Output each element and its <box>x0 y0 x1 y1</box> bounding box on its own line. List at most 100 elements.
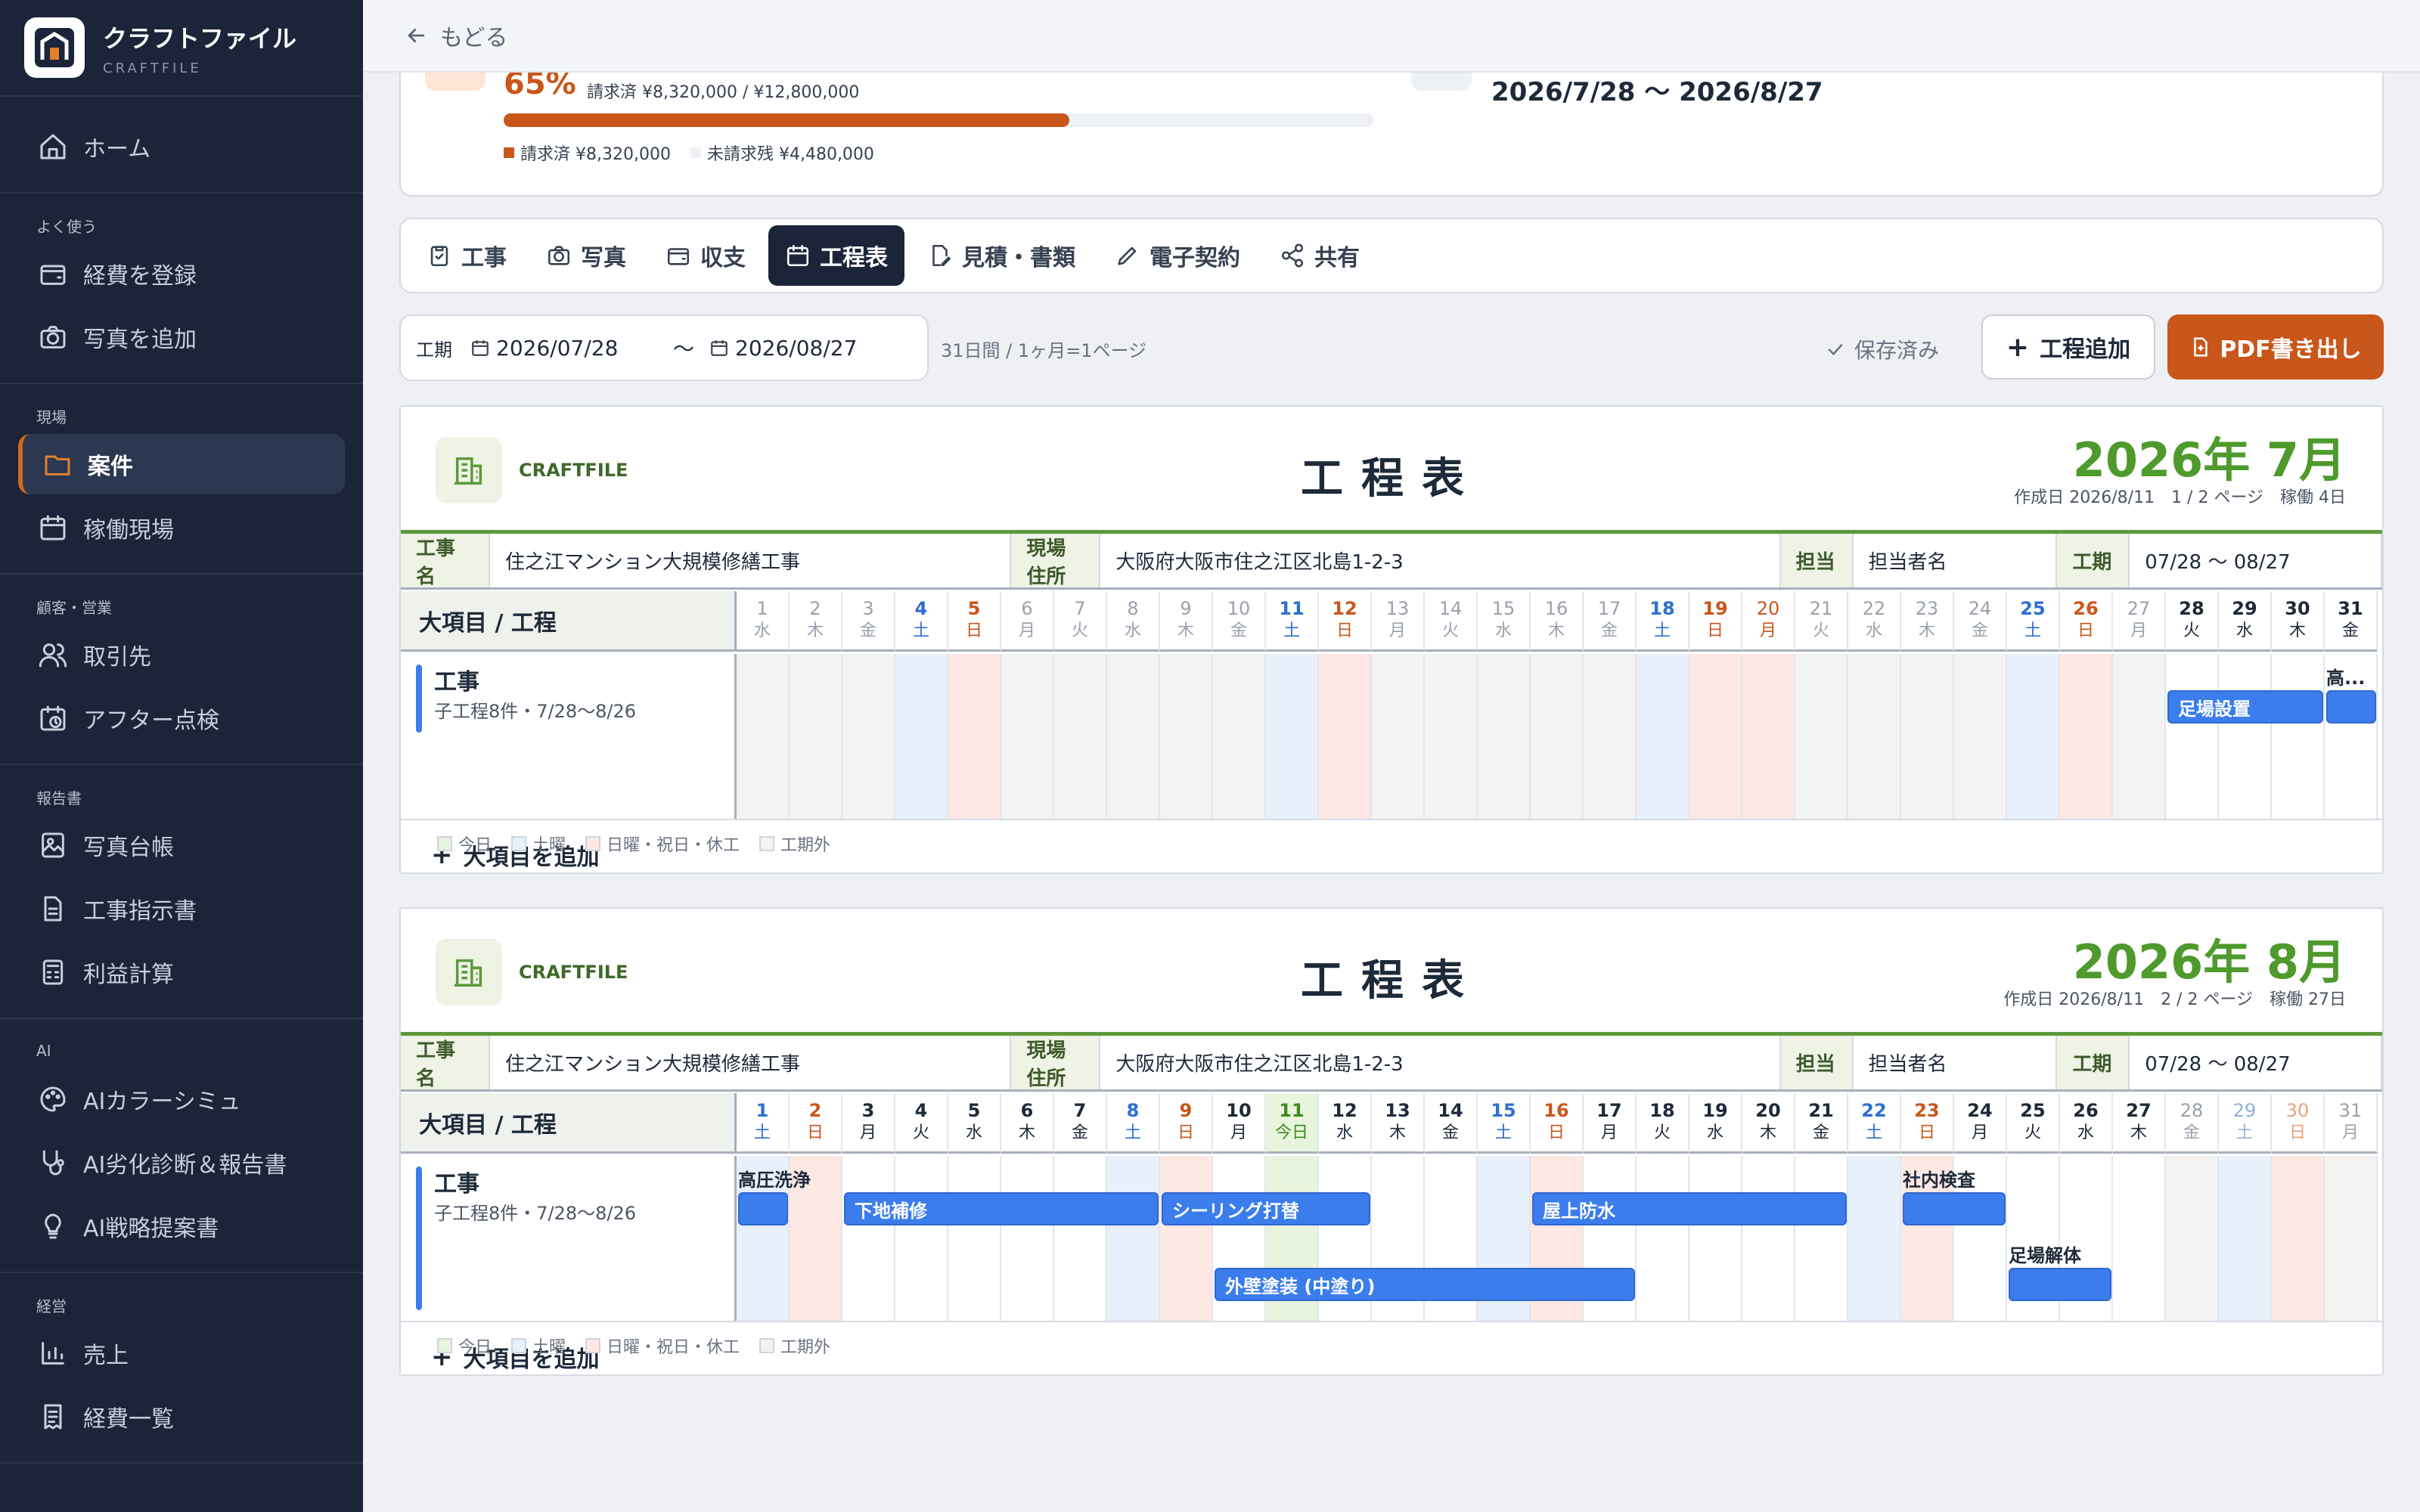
group-sub: 子工程8件・7/28〜8/26 <box>434 1203 637 1224</box>
day-column <box>1425 654 1478 819</box>
back-button[interactable]: もどる <box>404 19 507 52</box>
day-number: 25 <box>2020 598 2046 619</box>
brand-name: クラフトファイル <box>103 23 297 53</box>
task-bar[interactable]: 外壁塗装 (中塗り) <box>1215 1268 1635 1301</box>
sidebar-item[interactable]: 写真台帳 <box>18 815 345 875</box>
tab[interactable]: 収支 <box>649 225 762 286</box>
sidebar-item[interactable]: アフター点検 <box>18 688 345 748</box>
legend-label: 土曜 <box>532 1338 566 1357</box>
day-weekday: 日 <box>2288 1123 2306 1142</box>
tab[interactable]: 共有 <box>1263 225 1376 286</box>
day-number: 1 <box>756 598 768 619</box>
info-value: 担当者名 <box>1854 534 2058 587</box>
day-weekday: 火 <box>1441 621 1459 640</box>
group-row[interactable]: 工事 子工程8件・7/28〜8/26 <box>401 1156 737 1321</box>
day-number: 29 <box>2232 1100 2257 1121</box>
tab[interactable]: 写真 <box>529 225 643 286</box>
day-number: 4 <box>914 1100 928 1121</box>
day-number: 26 <box>2073 1100 2099 1121</box>
tab[interactable]: 工程表 <box>768 225 904 286</box>
info-label: 工事名 <box>401 534 490 588</box>
sidebar-item-label: AI劣化診断＆報告書 <box>83 1152 287 1179</box>
day-number: 17 <box>1596 1100 1622 1121</box>
sidebar-item-label: 案件 <box>88 454 133 480</box>
day-weekday: 水 <box>1124 621 1141 640</box>
day-weekday: 金 <box>1971 621 1988 640</box>
task-bar[interactable] <box>1903 1192 2006 1225</box>
sidebar-item[interactable]: 経費を登録 <box>18 243 345 304</box>
task-bar[interactable] <box>738 1192 788 1225</box>
info-value: 住之江マンション大規模修繕工事 <box>490 534 1012 587</box>
day-number: 15 <box>1491 1100 1516 1121</box>
period-start[interactable]: 2026/07/28 <box>496 336 673 361</box>
document-edit-icon <box>932 244 951 267</box>
tab[interactable]: 工事 <box>410 225 523 286</box>
legend-label: 工期外 <box>780 836 831 855</box>
day-number: 28 <box>2179 598 2204 619</box>
sidebar-item[interactable]: 取引先 <box>18 624 345 685</box>
calendar-clock-icon <box>40 705 66 731</box>
receipt-icon <box>44 1404 62 1430</box>
day-number: 3 <box>862 598 874 619</box>
day-weekday: 月 <box>1018 621 1035 640</box>
sidebar-item[interactable]: AIカラーシミュ <box>18 1069 345 1129</box>
sidebar-item[interactable]: ホーム <box>18 116 345 177</box>
period-selector[interactable]: 工期 2026/07/28 〜 2026/08/27 <box>399 314 929 381</box>
day-number: 6 <box>1021 598 1033 619</box>
nav-section-title: AI <box>36 1042 51 1060</box>
brand[interactable]: クラフトファイル CRAFTFILE <box>0 0 363 97</box>
sidebar-item[interactable]: AI戦略提案書 <box>18 1196 345 1256</box>
task-bar[interactable]: 足場設置 <box>2167 690 2323 723</box>
day-header: 6月 <box>1001 591 1054 652</box>
sidebar-item[interactable]: AI劣化診断＆報告書 <box>18 1132 345 1193</box>
task-bar[interactable]: 屋上防水 <box>1532 1192 1847 1225</box>
tab-label: 写真 <box>581 245 626 271</box>
sidebar-item[interactable]: 写真を追加 <box>18 307 345 367</box>
day-weekday: 木 <box>1388 1123 1406 1142</box>
legend-label: 今日 <box>458 836 492 855</box>
day-weekday: 土 <box>2235 1123 2253 1142</box>
task-bar[interactable]: シーリング打替 <box>1162 1192 1370 1225</box>
tab[interactable]: 見積・書類 <box>911 225 1092 286</box>
nav-section: ホーム <box>0 97 363 194</box>
day-column <box>1054 654 1107 819</box>
day-number: 2 <box>809 598 821 619</box>
day-number: 15 <box>1491 598 1516 619</box>
sidebar-item[interactable]: 利益計算 <box>18 942 345 1002</box>
sidebar-item-label: 写真を追加 <box>83 327 197 353</box>
day-weekday: 月 <box>1759 621 1776 640</box>
day-column <box>1054 1156 1107 1321</box>
day-weekday: 金 <box>1230 621 1247 640</box>
sidebar-item[interactable]: 工事指示書 <box>18 878 345 939</box>
day-number: 22 <box>1861 1100 1887 1121</box>
wallet-icon <box>40 265 66 285</box>
day-column <box>1001 654 1054 819</box>
day-column <box>1954 654 2007 819</box>
day-weekday: 火 <box>1812 621 1829 640</box>
sidebar-item[interactable]: 売上 <box>18 1323 345 1383</box>
info-label: 担当 <box>1780 534 1854 587</box>
add-process-button[interactable]: + 工程追加 <box>1981 314 2155 380</box>
day-header: 18 土 <box>1637 591 1689 652</box>
day-number: 16 <box>1544 1100 1569 1121</box>
sidebar-item[interactable]: 稼働現場 <box>18 497 345 558</box>
sidebar-item[interactable]: 経費一覧 <box>18 1387 345 1447</box>
legend-swatch <box>759 836 775 851</box>
info-label: 工期 <box>2057 534 2130 587</box>
tab[interactable]: 電子契約 <box>1098 225 1257 286</box>
day-header: 3金 <box>842 591 895 652</box>
sidebar-item-label: ホーム <box>83 136 151 163</box>
day-weekday: 水 <box>1336 1123 1353 1142</box>
home-icon <box>40 134 66 160</box>
period-end[interactable]: 2026/08/27 <box>735 336 857 361</box>
pdf-export-button[interactable]: PDF書き出し <box>2167 314 2384 380</box>
sidebar-item[interactable]: 案件 <box>18 434 345 494</box>
task-bar[interactable] <box>2009 1268 2111 1301</box>
day-header: 20 月 <box>1742 591 1795 652</box>
day-number: 31 <box>2338 598 2363 619</box>
file-icon <box>2194 337 2208 357</box>
nav-section-title: よく使う <box>36 217 97 236</box>
task-bar[interactable]: 下地補修 <box>844 1192 1159 1225</box>
group-row[interactable]: 工事 子工程8件・7/28〜8/26 <box>401 654 737 819</box>
task-bar[interactable] <box>2326 690 2376 723</box>
